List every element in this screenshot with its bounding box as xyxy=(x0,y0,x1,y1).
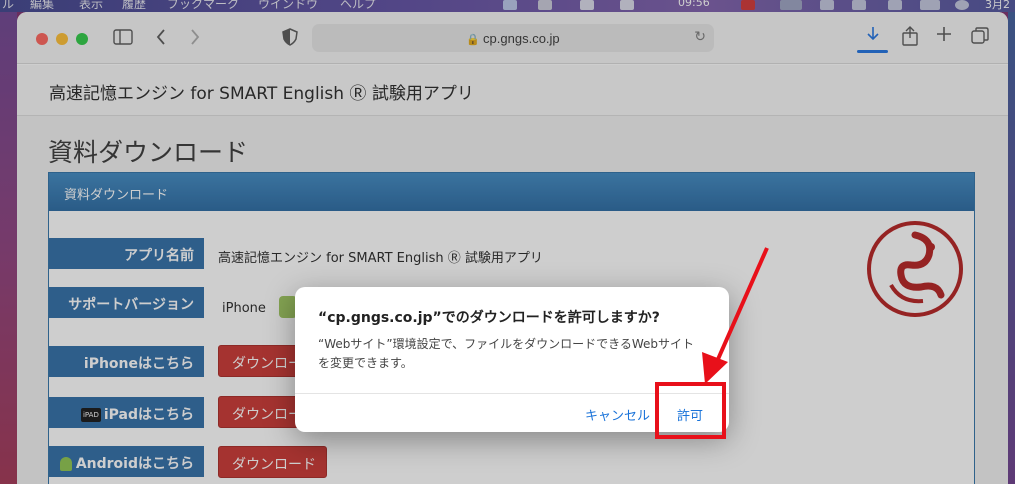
annotation-arrow xyxy=(702,247,769,384)
